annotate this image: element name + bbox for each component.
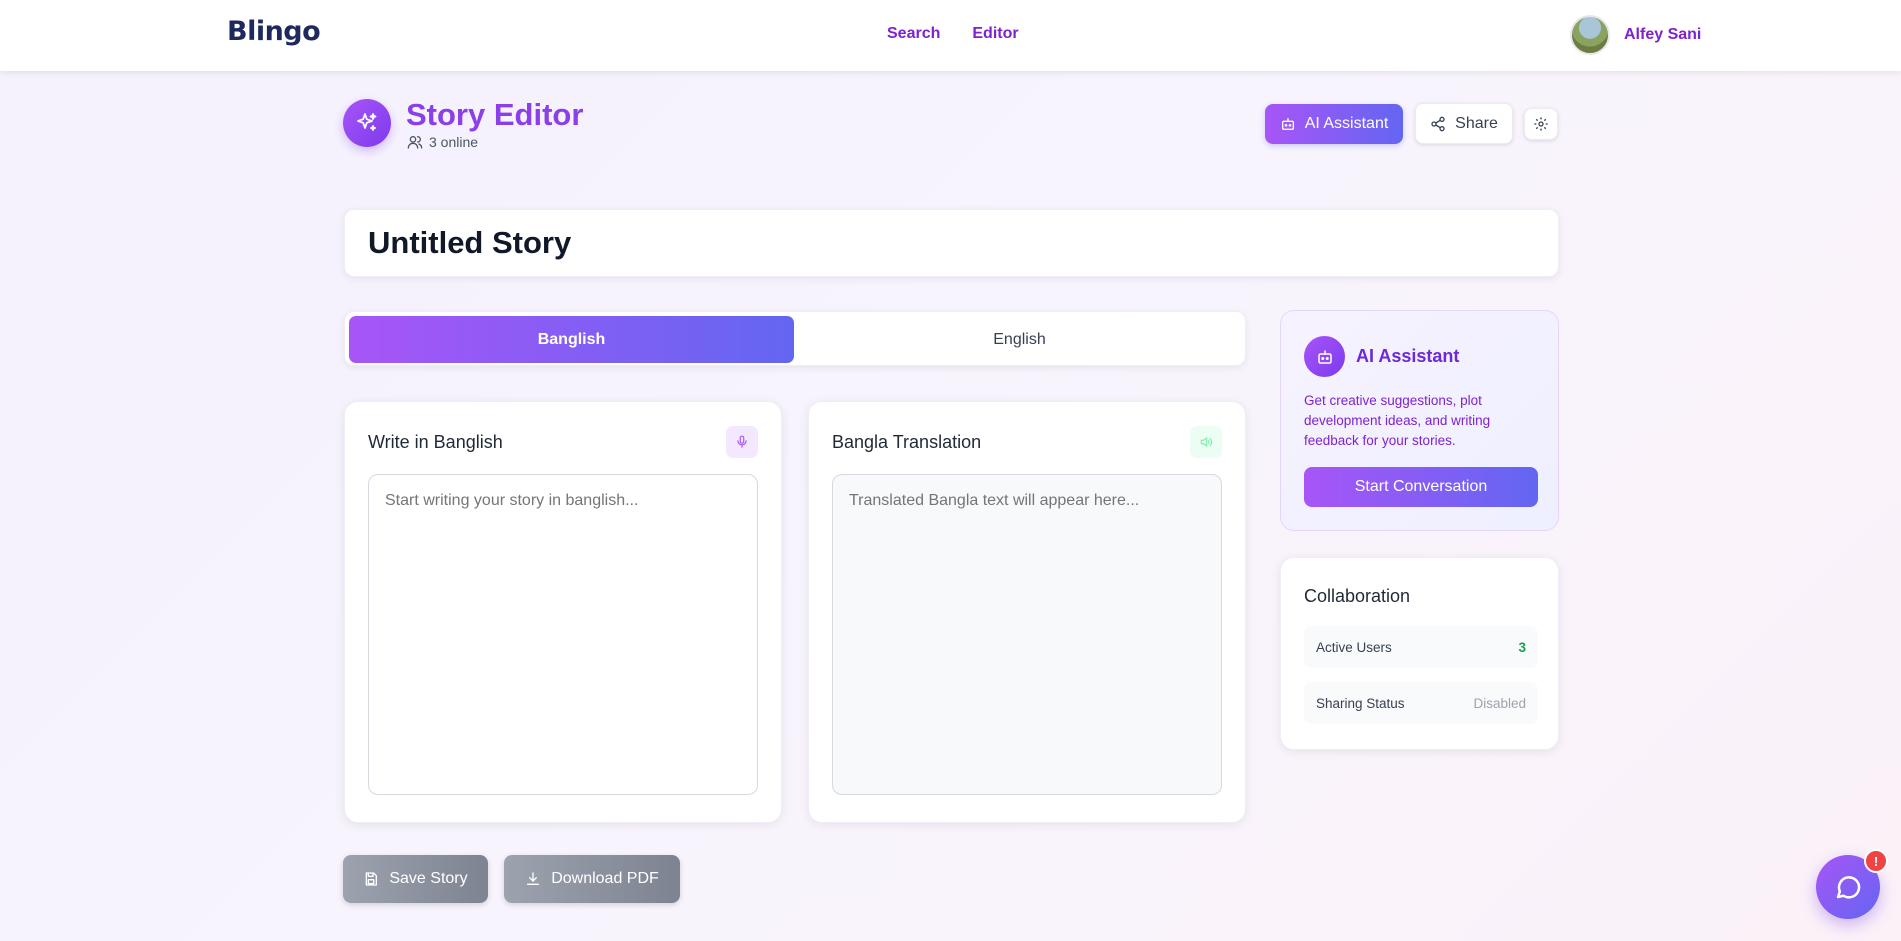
translation-output[interactable] <box>832 474 1222 795</box>
collaboration-panel: Collaboration Active Users 3 Sharing Sta… <box>1280 557 1559 750</box>
active-users-count: 3 <box>1518 639 1526 655</box>
tab-english[interactable]: English <box>797 316 1242 363</box>
bot-icon <box>1304 336 1345 377</box>
sharing-status-value: Disabled <box>1473 695 1526 711</box>
share-button-label: Share <box>1455 114 1498 132</box>
top-navbar: Blingo Search Editor Alfey Sani <box>0 0 1901 71</box>
speak-button[interactable] <box>1190 426 1222 458</box>
voice-input-button[interactable] <box>726 426 758 458</box>
download-icon <box>525 871 541 887</box>
nav-links: Search Editor <box>887 25 1019 43</box>
bot-icon <box>1280 116 1296 132</box>
settings-button[interactable] <box>1524 108 1558 140</box>
banglish-editor-title: Write in Banglish <box>368 432 503 452</box>
language-tabs: Banglish English <box>344 311 1246 366</box>
download-pdf-label: Download PDF <box>551 870 659 887</box>
banglish-editor-card: Write in Banglish <box>344 401 782 823</box>
sparkles-icon <box>343 99 391 147</box>
sharing-status-row: Sharing Status Disabled <box>1304 682 1538 724</box>
user-name[interactable]: Alfey Sani <box>1624 26 1701 44</box>
avatar[interactable] <box>1570 15 1610 55</box>
users-icon <box>407 134 423 150</box>
ai-assistant-panel: AI Assistant Get creative suggestions, p… <box>1280 310 1559 531</box>
save-story-button[interactable]: Save Story <box>343 855 488 903</box>
ai-panel-description: Get creative suggestions, plot developme… <box>1304 393 1491 448</box>
share-icon <box>1430 116 1446 132</box>
banglish-text-input[interactable] <box>368 474 758 795</box>
gear-icon <box>1533 116 1549 132</box>
online-count: 3 online <box>429 134 479 150</box>
share-button[interactable]: Share <box>1415 103 1513 144</box>
online-indicator: 3 online <box>407 134 478 150</box>
page-title: Story Editor <box>406 97 584 132</box>
nav-link-editor[interactable]: Editor <box>972 25 1018 43</box>
notification-badge: ! <box>1864 849 1888 873</box>
user-menu[interactable]: Alfey Sani <box>1570 15 1701 55</box>
ai-assistant-button[interactable]: AI Assistant <box>1265 104 1403 144</box>
translation-title: Bangla Translation <box>832 432 982 452</box>
brand-logo[interactable]: Blingo <box>227 16 321 47</box>
chat-bubble-icon <box>1833 872 1863 902</box>
tab-banglish[interactable]: Banglish <box>349 316 794 363</box>
speaker-icon <box>1199 435 1213 449</box>
collaboration-title: Collaboration <box>1304 586 1411 606</box>
start-conversation-button[interactable]: Start Conversation <box>1304 467 1538 507</box>
active-users-row: Active Users 3 <box>1304 626 1538 668</box>
ai-panel-title: AI Assistant <box>1356 346 1460 366</box>
nav-link-search[interactable]: Search <box>887 25 940 43</box>
ai-assistant-button-label: AI Assistant <box>1304 115 1389 132</box>
save-story-label: Save Story <box>389 870 468 887</box>
save-icon <box>363 871 379 887</box>
mic-icon <box>735 435 749 449</box>
sharing-status-label: Sharing Status <box>1316 695 1405 711</box>
download-pdf-button[interactable]: Download PDF <box>504 855 680 903</box>
active-users-label: Active Users <box>1316 639 1392 655</box>
story-title-input[interactable]: Untitled Story <box>344 209 1559 277</box>
translation-card: Bangla Translation <box>808 401 1246 823</box>
